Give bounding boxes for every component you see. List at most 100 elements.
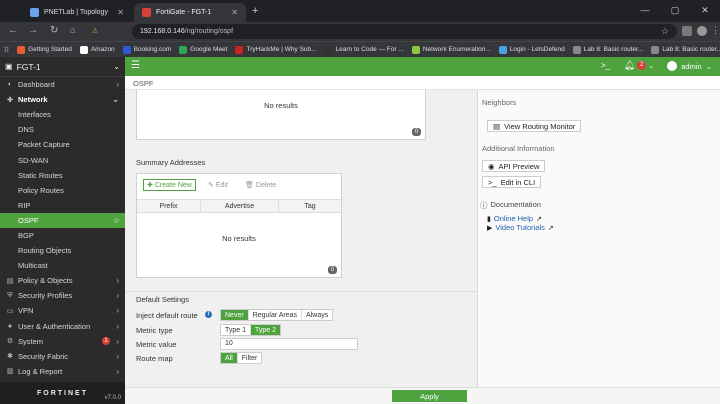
edit-in-cli-button[interactable]: >_ Edit in CLI <box>482 176 542 188</box>
device-selector[interactable]: ▣ FGT-1 ⌄ <box>0 57 125 77</box>
apps-icon[interactable]: ⁝⁝ <box>4 45 9 54</box>
bookmark-item[interactable]: Lab 8: Basic router... <box>572 45 644 54</box>
apply-button[interactable]: Apply <box>392 390 467 402</box>
close-icon[interactable]: ✕ <box>117 8 124 17</box>
sidebar-item-security-profiles[interactable]: ⛨ Security Profiles › <box>0 288 125 303</box>
sidebar-item-label: RIP <box>18 200 31 210</box>
default-settings-title: Default Settings <box>136 295 189 304</box>
chevron-down-icon: ⌄ <box>112 95 119 105</box>
api-preview-button[interactable]: ◉ API Preview <box>482 160 546 172</box>
user-menu[interactable]: admin ⌄ <box>667 61 712 71</box>
sidebar-item-system[interactable]: ⚙ System 1 › <box>0 334 125 349</box>
bookmark-item[interactable]: TryHackMe | Why Sub... <box>235 45 317 54</box>
inject-option-never[interactable]: Never <box>221 310 249 320</box>
inject-option-regular-areas[interactable]: Regular Areas <box>249 310 303 320</box>
star-icon[interactable]: ☆ <box>661 26 669 37</box>
question-icon: ⓘ <box>480 201 488 210</box>
bookmark-item[interactable]: Login - LetsDefend <box>498 45 565 54</box>
sidebar-item-ospf[interactable]: OSPF ☆ <box>0 212 125 228</box>
favorite-star-icon[interactable]: ☆ <box>113 216 120 225</box>
alert-badge: 1 <box>102 337 110 346</box>
route-map-option-all[interactable]: All <box>221 353 238 363</box>
metric-value-input[interactable]: 10 <box>220 338 358 350</box>
edit-button[interactable]: ✎ Edit <box>205 179 231 191</box>
forward-icon[interactable]: → <box>28 25 38 36</box>
sidebar-item-multicast[interactable]: Multicast <box>0 258 125 273</box>
online-help-link[interactable]: ▮ Online Help ↗ <box>487 214 542 223</box>
home-icon[interactable]: ⌂ <box>70 25 75 35</box>
bookmark-favicon-icon <box>122 45 131 54</box>
video-tutorials-link[interactable]: ▶ Video Tutorials ↗ <box>487 223 554 232</box>
bookmark-item[interactable]: Google Meet <box>179 45 227 54</box>
bookmark-item[interactable]: Getting Started <box>17 45 72 54</box>
notification-count-badge: 2 <box>637 61 647 70</box>
maximize-icon[interactable]: ▢ <box>660 0 690 22</box>
view-routing-monitor-button[interactable]: ▤ View Routing Monitor <box>487 120 582 132</box>
browser-tab-fortigate[interactable]: FortiGate - FGT-1 ✕ <box>134 3 246 22</box>
metric-type-option-type-1[interactable]: Type 1 <box>221 325 252 335</box>
delete-button[interactable]: 🗑︎ Delete <box>242 179 279 191</box>
sidebar-item-security-fabric[interactable]: ✱ Security Fabric › <box>0 349 125 364</box>
route-map-option-filter[interactable]: Filter <box>238 353 262 363</box>
extension-icon[interactable] <box>682 26 692 36</box>
sidebar-item-sd-wan[interactable]: SD-WAN <box>0 152 125 167</box>
sidebar-item-static-routes[interactable]: Static Routes <box>0 168 125 183</box>
sidebar-item-policy-routes[interactable]: Policy Routes <box>0 183 125 198</box>
create-new-button[interactable]: ✚ Create New <box>143 179 196 191</box>
column-header-prefix[interactable]: Prefix <box>137 200 201 212</box>
hamburger-menu-icon[interactable]: ☰ <box>131 60 140 71</box>
vpn-icon: ▭ <box>6 307 14 315</box>
notifications-button[interactable]: 🔔︎ 2 ⌄ <box>624 60 654 71</box>
browser-tab-bar: PNETLab | Topology ✕ FortiGate - FGT-1 ✕… <box>0 0 720 22</box>
back-icon[interactable]: ← <box>8 25 18 36</box>
reload-icon[interactable]: ↻ <box>50 25 58 36</box>
sidebar-item-packet-capture[interactable]: Packet Capture <box>0 137 125 152</box>
close-window-icon[interactable]: ✕ <box>690 0 720 22</box>
sidebar-item-interfaces[interactable]: Interfaces <box>0 107 125 122</box>
chevron-right-icon: › <box>116 366 119 376</box>
close-icon[interactable]: ✕ <box>231 8 238 17</box>
bookmark-item[interactable]: Network Enumeration... <box>411 45 491 54</box>
bookmark-item[interactable]: Lab 8: Basic router... <box>651 45 720 54</box>
more-icon[interactable]: ⋮ <box>711 25 720 36</box>
browser-tab-pnetlab[interactable]: PNETLab | Topology ✕ <box>22 3 132 22</box>
sidebar-item-rip[interactable]: RIP <box>0 198 125 213</box>
sidebar-item-vpn[interactable]: ▭ VPN › <box>0 303 125 318</box>
new-tab-button[interactable]: + <box>252 5 258 17</box>
sidebar-item-label: BGP <box>18 230 34 240</box>
fortinet-logo: FORTINET v7.0.0 <box>0 382 125 404</box>
sidebar-item-label: Interfaces <box>18 110 51 120</box>
online-help-label: Online Help <box>493 214 534 223</box>
sidebar-item-dns[interactable]: DNS <box>0 122 125 137</box>
sidebar-item-routing-objects[interactable]: Routing Objects <box>0 243 125 258</box>
bookmark-item[interactable]: Amazon <box>79 45 115 54</box>
sidebar-item-user-authentication[interactable]: ● User & Authentication › <box>0 319 125 334</box>
bookmark-favicon-icon <box>79 45 88 54</box>
address-bar[interactable]: 192.168.0.146/ng/routing/ospf ☆ <box>132 24 677 39</box>
metric-type-label: Metric type <box>136 326 173 335</box>
profile-icon[interactable] <box>697 26 707 36</box>
bookmark-label: Lab 8: Basic router... <box>583 46 644 53</box>
metric-type-option-type-2[interactable]: Type 2 <box>251 325 281 335</box>
summary-addresses-title: Summary Addresses <box>136 158 206 167</box>
sidebar-item-dashboard[interactable]: ◐ Dashboard › <box>0 77 125 92</box>
sidebar-item-policy-objects[interactable]: ▤ Policy & Objects › <box>0 273 125 288</box>
column-header-advertise[interactable]: Advertise <box>201 200 279 212</box>
sidebar-item-log-report[interactable]: ▥ Log & Report › <box>0 364 125 379</box>
sidebar-item-bgp[interactable]: BGP <box>0 228 125 243</box>
warning-icon[interactable]: ⚠ <box>92 27 98 35</box>
column-header-tag[interactable]: Tag <box>279 200 341 212</box>
chevron-right-icon: › <box>116 276 119 286</box>
sidebar-nav: ◐ Dashboard › ✚ Network ⌄ Interfaces DNS Packet … <box>0 77 125 379</box>
bookmark-item[interactable]: Booking.com <box>122 45 171 54</box>
inject-option-always[interactable]: Always <box>302 310 332 320</box>
minimize-icon[interactable]: — <box>630 0 660 22</box>
bookmark-item[interactable]: Learn to Code — For ... <box>324 45 404 54</box>
sidebar-item-network[interactable]: ✚ Network ⌄ <box>0 92 125 107</box>
sidebar-item-label: Static Routes <box>18 170 63 180</box>
monitor-icon: ▤ <box>493 121 501 131</box>
info-icon[interactable]: i <box>205 311 212 318</box>
bell-icon: 🔔︎ <box>623 60 636 70</box>
cli-console-icon[interactable]: >_ <box>601 61 610 70</box>
neighbors-title: Neighbors <box>482 98 517 107</box>
